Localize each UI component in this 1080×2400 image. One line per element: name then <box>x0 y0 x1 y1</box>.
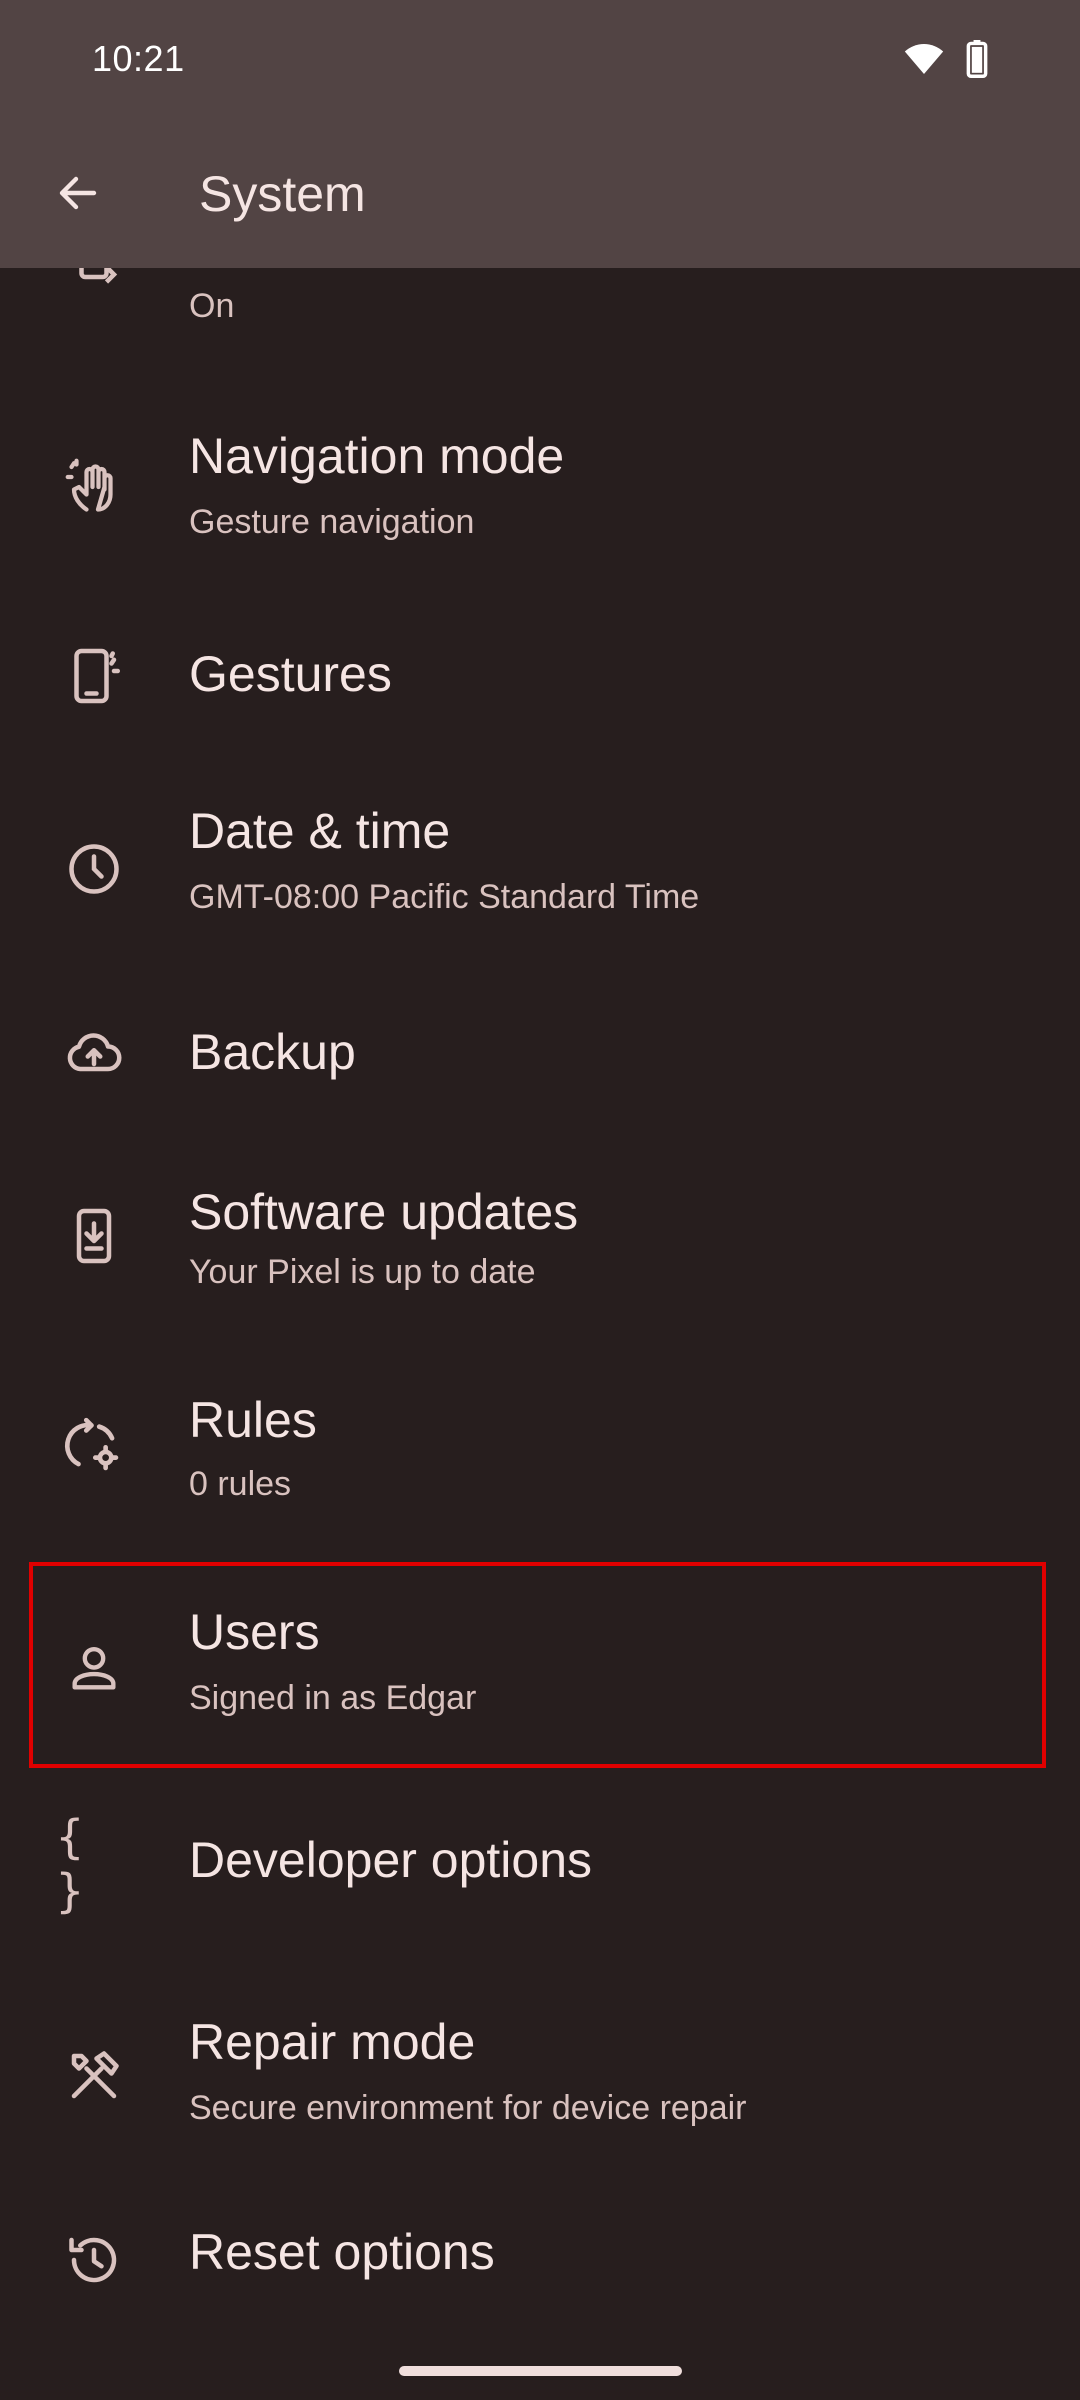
item-title: Date & time <box>189 803 451 859</box>
list-item-gestures[interactable]: Gestures <box>0 620 1080 730</box>
item-title: Software updates <box>189 1184 579 1240</box>
history-icon <box>62 2228 126 2292</box>
clock-icon <box>62 837 126 901</box>
status-icons <box>904 40 988 83</box>
arrow-back-icon <box>54 169 102 222</box>
home-indicator[interactable] <box>399 2366 682 2376</box>
settings-system-screen: On Navigation mode Gesture navigation Ge… <box>0 0 1080 2400</box>
rules-sync-gear-icon <box>62 1414 126 1478</box>
item-title: Users <box>189 1604 320 1660</box>
list-item-users[interactable]: Users Signed in as Edgar <box>0 1600 1080 1750</box>
list-item-repair-mode[interactable]: Repair mode Secure environment for devic… <box>0 2010 1080 2160</box>
item-title: Developer options <box>189 1832 593 1888</box>
item-title: Repair mode <box>189 2014 476 2070</box>
item-title: Backup <box>189 1024 356 1080</box>
page-title: System <box>199 166 366 222</box>
tools-icon <box>62 2044 126 2108</box>
item-summary: Your Pixel is up to date <box>189 1253 536 1291</box>
list-item-navigation-mode[interactable]: Navigation mode Gesture navigation <box>0 420 1080 570</box>
back-button[interactable] <box>34 151 122 239</box>
list-item-rules[interactable]: Rules 0 rules <box>0 1388 1080 1538</box>
code-braces-icon: { } <box>56 1810 92 1918</box>
list-item-developer-options[interactable]: { } Developer options <box>0 1810 1080 1940</box>
cloud-upload-icon <box>62 1022 126 1086</box>
item-summary: 0 rules <box>189 1465 292 1503</box>
status-bar: 10:21 <box>0 0 1080 122</box>
list-item-date-time[interactable]: Date & time GMT-08:00 Pacific Standard T… <box>0 795 1080 945</box>
app-bar: System <box>0 122 1080 268</box>
item-summary: On <box>189 287 235 325</box>
status-time: 10:21 <box>92 38 185 79</box>
phone-gesture-icon <box>62 644 126 708</box>
item-title: Rules <box>189 1392 317 1448</box>
battery-icon <box>966 40 988 83</box>
list-item-reset-options[interactable]: Reset options <box>0 2222 1080 2332</box>
list-item-software-updates[interactable]: Software updates Your Pixel is up to dat… <box>0 1180 1080 1330</box>
settings-list[interactable]: On Navigation mode Gesture navigation Ge… <box>0 0 1080 2400</box>
item-summary: Gesture navigation <box>189 503 475 541</box>
item-summary: Secure environment for device repair <box>189 2089 747 2127</box>
item-title: Reset options <box>189 2224 495 2280</box>
item-title: Gestures <box>189 646 392 702</box>
gesture-hand-icon <box>62 455 126 519</box>
item-title: Navigation mode <box>189 428 565 484</box>
person-icon <box>62 1636 126 1700</box>
list-item-backup[interactable]: Backup <box>0 1000 1080 1110</box>
system-update-icon <box>62 1204 126 1268</box>
item-summary: GMT-08:00 Pacific Standard Time <box>189 878 700 916</box>
item-summary: Signed in as Edgar <box>189 1679 477 1717</box>
wifi-icon <box>904 42 944 81</box>
